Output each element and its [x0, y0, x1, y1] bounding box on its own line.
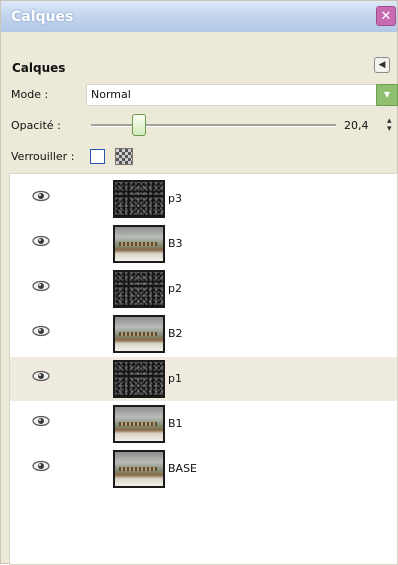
layer-thumbnail[interactable] — [113, 360, 165, 398]
layer-name[interactable]: B2 — [168, 327, 183, 340]
layer-row[interactable]: p3 — [10, 177, 397, 221]
dock-menu-button[interactable]: ◀ — [374, 57, 390, 73]
mode-dropdown-button[interactable]: ▾ — [376, 84, 398, 106]
layer-row[interactable]: BASE — [10, 447, 397, 491]
layers-dialog: Calques ✕ Calques ◀ Mode : Normal ▾ Opac… — [0, 0, 398, 565]
lock-label: Verrouiller : — [11, 150, 75, 163]
close-button[interactable]: ✕ — [376, 6, 396, 26]
lock-pixels-checkbox[interactable] — [90, 149, 105, 164]
layer-list[interactable]: p3 B3 p2 B2 p1 B1 BASE — [9, 173, 398, 565]
layer-name[interactable]: p1 — [168, 372, 182, 385]
layer-row[interactable]: B2 — [10, 312, 397, 356]
triangle-left-icon: ◀ — [378, 60, 386, 70]
mode-label: Mode : — [11, 88, 49, 101]
mode-select[interactable]: Normal ▾ — [86, 84, 398, 106]
opacity-label: Opacité : — [11, 119, 61, 132]
layer-name[interactable]: B3 — [168, 237, 183, 250]
layer-row[interactable]: B3 — [10, 222, 397, 266]
chevron-down-icon: ▾ — [383, 87, 391, 101]
layer-name[interactable]: p3 — [168, 192, 182, 205]
eye-icon[interactable] — [32, 415, 50, 427]
layer-name[interactable]: B1 — [168, 417, 183, 430]
opacity-slider-track[interactable] — [91, 124, 336, 127]
eye-icon[interactable] — [32, 190, 50, 202]
opacity-slider-thumb[interactable] — [131, 114, 146, 136]
eye-icon[interactable] — [32, 325, 50, 337]
eye-icon[interactable] — [32, 370, 50, 382]
layer-row[interactable]: p2 — [10, 267, 397, 311]
lock-alpha-checkerboard-icon[interactable] — [115, 148, 133, 165]
eye-icon[interactable] — [32, 460, 50, 472]
layer-thumbnail[interactable] — [113, 450, 165, 488]
spin-down-icon: ▾ — [387, 124, 392, 134]
title-bar[interactable]: Calques ✕ — [1, 1, 397, 32]
layer-name[interactable]: p2 — [168, 282, 182, 295]
mode-value: Normal — [91, 88, 131, 101]
layer-thumbnail[interactable] — [113, 315, 165, 353]
window-title: Calques — [11, 9, 74, 25]
opacity-spin-button[interactable]: ▴ ▾ — [387, 117, 392, 134]
layer-row[interactable]: B1 — [10, 402, 397, 446]
eye-icon[interactable] — [32, 280, 50, 292]
close-icon: ✕ — [380, 9, 392, 24]
layer-name[interactable]: BASE — [168, 462, 197, 475]
layer-thumbnail[interactable] — [113, 180, 165, 218]
layer-thumbnail[interactable] — [113, 270, 165, 308]
layer-thumbnail[interactable] — [113, 405, 165, 443]
layer-thumbnail[interactable] — [113, 225, 165, 263]
layer-row[interactable]: p1 — [10, 357, 397, 401]
eye-icon[interactable] — [32, 235, 50, 247]
opacity-value[interactable]: 20,4 — [344, 119, 369, 132]
dock-header-title: Calques — [12, 61, 66, 75]
